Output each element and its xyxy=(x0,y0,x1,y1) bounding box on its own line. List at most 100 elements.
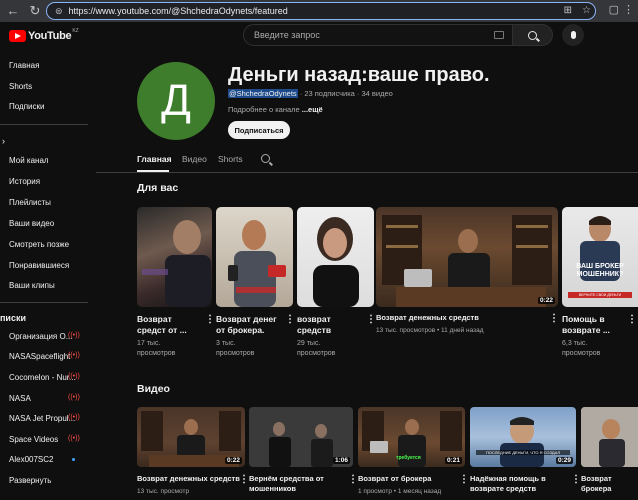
video-duration: 0:22 xyxy=(537,297,555,304)
youtube-logo[interactable]: YouTube KZ xyxy=(9,28,79,42)
video-title[interactable]: Возврат от брокера xyxy=(358,474,431,484)
short-views: 17 тыс. просмотров xyxy=(137,339,207,359)
overlay-line: ВАШ БРОКЕР xyxy=(576,263,624,270)
logo-text: YouTube xyxy=(28,30,72,42)
sidebar-item-history[interactable]: История xyxy=(9,177,40,186)
short-title[interactable]: Помощь в возврате ... xyxy=(562,314,632,336)
site-info-icon[interactable]: ⊜ xyxy=(55,6,63,17)
bookmark-star-icon[interactable]: ☆ xyxy=(582,5,591,16)
video-title-line: брокера xyxy=(581,484,612,493)
short-thumbnail[interactable] xyxy=(216,207,293,307)
keyboard-icon[interactable] xyxy=(494,31,504,39)
video-thumbnail-image xyxy=(382,215,552,307)
more-actions-icon[interactable]: ⋮ xyxy=(285,314,295,325)
video-meta: 13 тыс. просмотров • 11 дней назад xyxy=(376,327,484,334)
video-title-line: возврате средств xyxy=(470,484,537,493)
video-title-line: Надёжная помощь в xyxy=(470,474,546,483)
video-duration: 1:06 xyxy=(332,457,350,464)
tab-shorts[interactable]: Shorts xyxy=(218,154,243,164)
video-thumbnail[interactable]: ПОСЛЕДНИЕ ДЕНЬГИ, ЧТО Я СОЗДАЛ 0:29 xyxy=(470,407,576,467)
video-title[interactable]: Вернём средства от мошенников xyxy=(249,474,324,494)
more-actions-icon[interactable]: ⋮ xyxy=(348,474,358,485)
more-actions-icon[interactable]: ⋮ xyxy=(205,314,215,325)
thumbnail-overlay-text: ВАШ БРОКЕР МОШЕННИК? xyxy=(566,263,634,279)
sidebar-item-liked[interactable]: Понравившиеся xyxy=(9,261,69,270)
views-count: 6,3 тыс. xyxy=(562,340,588,347)
short-thumbnail-image xyxy=(228,220,286,307)
video-title[interactable]: Надёжная помощь в возврате средств xyxy=(470,474,546,494)
sidebar-item-shorts[interactable]: Shorts xyxy=(9,82,32,91)
subscribe-button[interactable]: Подписаться xyxy=(228,121,290,139)
video-title[interactable]: Возврат денежных средств xyxy=(137,474,240,484)
extensions-icon[interactable]: ▢ xyxy=(609,3,619,16)
video-duration: 0:29 xyxy=(555,457,573,464)
short-title[interactable]: Возврат средст от ... xyxy=(137,314,207,336)
video-thumbnail[interactable]: 0:22 xyxy=(137,407,245,467)
section-title-for-you: Для вас xyxy=(137,182,179,194)
short-title-line: средств xyxy=(297,325,332,335)
address-bar[interactable]: ⊜ https://www.youtube.com/@ShchedraOdyne… xyxy=(46,2,596,20)
sidebar-item-your-videos[interactable]: Ваши видео xyxy=(9,219,54,228)
sidebar: Главная Shorts Подписки › Мой канал Исто… xyxy=(0,52,90,500)
video-thumbnail-image xyxy=(581,407,638,467)
short-title[interactable]: возврат средств xyxy=(297,314,367,336)
short-thumbnail[interactable]: ВАШ БРОКЕР МОШЕННИК? ВЕРНИТЕ СВОИ ДЕНЬГИ xyxy=(562,207,638,307)
subscription-item[interactable]: Alex007SC2 xyxy=(9,455,89,464)
youtube-play-icon xyxy=(9,30,26,42)
video-caption: требуется xyxy=(396,455,421,461)
overlay-line: МОШЕННИК? xyxy=(576,271,624,278)
sidebar-item-home[interactable]: Главная xyxy=(9,61,39,70)
sidebar-item-subscriptions[interactable]: Подписки xyxy=(9,102,44,111)
tab-home[interactable]: Главная xyxy=(137,154,172,164)
new-content-dot xyxy=(72,458,75,461)
sidebar-item-playlists[interactable]: Плейлисты xyxy=(9,198,51,207)
short-thumbnail[interactable] xyxy=(137,207,212,307)
more-actions-icon[interactable]: ⋮ xyxy=(366,314,376,325)
reload-icon[interactable]: ↻ xyxy=(26,2,44,20)
video-meta: 1 просмотр • 1 месяц назад xyxy=(358,488,442,495)
video-thumbnail[interactable]: требуется 0:21 xyxy=(358,407,465,467)
root: { "browser": { "url": "https://www.youtu… xyxy=(0,0,638,500)
sidebar-divider xyxy=(0,302,88,303)
short-title-line: возврате ... xyxy=(562,325,610,335)
tab-videos[interactable]: Видео xyxy=(182,154,207,164)
channel-avatar[interactable]: Д xyxy=(137,62,215,140)
channel-description[interactable]: Подробнее о канале ...ещё xyxy=(228,105,323,114)
views-count: 17 тыс. xyxy=(137,340,161,347)
more-actions-icon[interactable]: ⋮ xyxy=(627,314,637,325)
sidebar-item-your-clips[interactable]: Ваши клипы xyxy=(9,281,55,290)
sidebar-item-my-channel[interactable]: Мой канал xyxy=(9,156,49,165)
live-icon: ((•)) xyxy=(68,332,80,339)
channel-handle: @ShchedraOdynets xyxy=(228,89,298,98)
back-icon[interactable]: ← xyxy=(4,2,22,20)
channel-search-icon[interactable] xyxy=(261,154,270,163)
more-actions-icon[interactable]: ⋮ xyxy=(549,313,559,324)
expand-button[interactable]: Развернуть xyxy=(9,476,89,485)
voice-search-button[interactable] xyxy=(562,24,584,46)
short-title[interactable]: Возврат денег от брокера. xyxy=(216,314,286,336)
short-title-line: возврат xyxy=(297,314,331,324)
chevron-right-icon[interactable]: › xyxy=(2,136,5,146)
search-button[interactable] xyxy=(513,24,553,46)
video-thumbnail[interactable] xyxy=(581,407,638,467)
video-title-line: мошенников xyxy=(249,484,296,493)
sidebar-item-watch-later[interactable]: Смотреть позже xyxy=(9,240,69,249)
video-duration: 0:22 xyxy=(224,457,242,464)
more-actions-icon[interactable]: ⋮ xyxy=(571,474,581,485)
views-label: просмотров xyxy=(216,350,255,357)
short-title-line: от брокера. xyxy=(216,325,265,335)
install-app-icon[interactable]: ⊞ xyxy=(564,5,572,16)
short-title-line: Возврат xyxy=(137,314,172,324)
more-actions-icon[interactable]: ⋮ xyxy=(239,474,249,485)
section-title-videos: Видео xyxy=(137,383,170,395)
more-link[interactable]: ...ещё xyxy=(302,105,323,114)
video-title[interactable]: Возврат денежных средств xyxy=(376,313,479,323)
browser-menu-icon[interactable]: ⋮ xyxy=(623,3,634,16)
short-views: 3 тыс. просмотров xyxy=(216,339,286,359)
search-input[interactable]: Введите запрос xyxy=(243,24,513,46)
more-actions-icon[interactable]: ⋮ xyxy=(459,474,469,485)
video-title[interactable]: Возврат брокера xyxy=(581,474,612,494)
video-thumbnail[interactable]: 1:06 xyxy=(249,407,353,467)
short-thumbnail[interactable] xyxy=(297,207,374,307)
video-thumbnail[interactable]: 0:22 xyxy=(376,207,558,307)
